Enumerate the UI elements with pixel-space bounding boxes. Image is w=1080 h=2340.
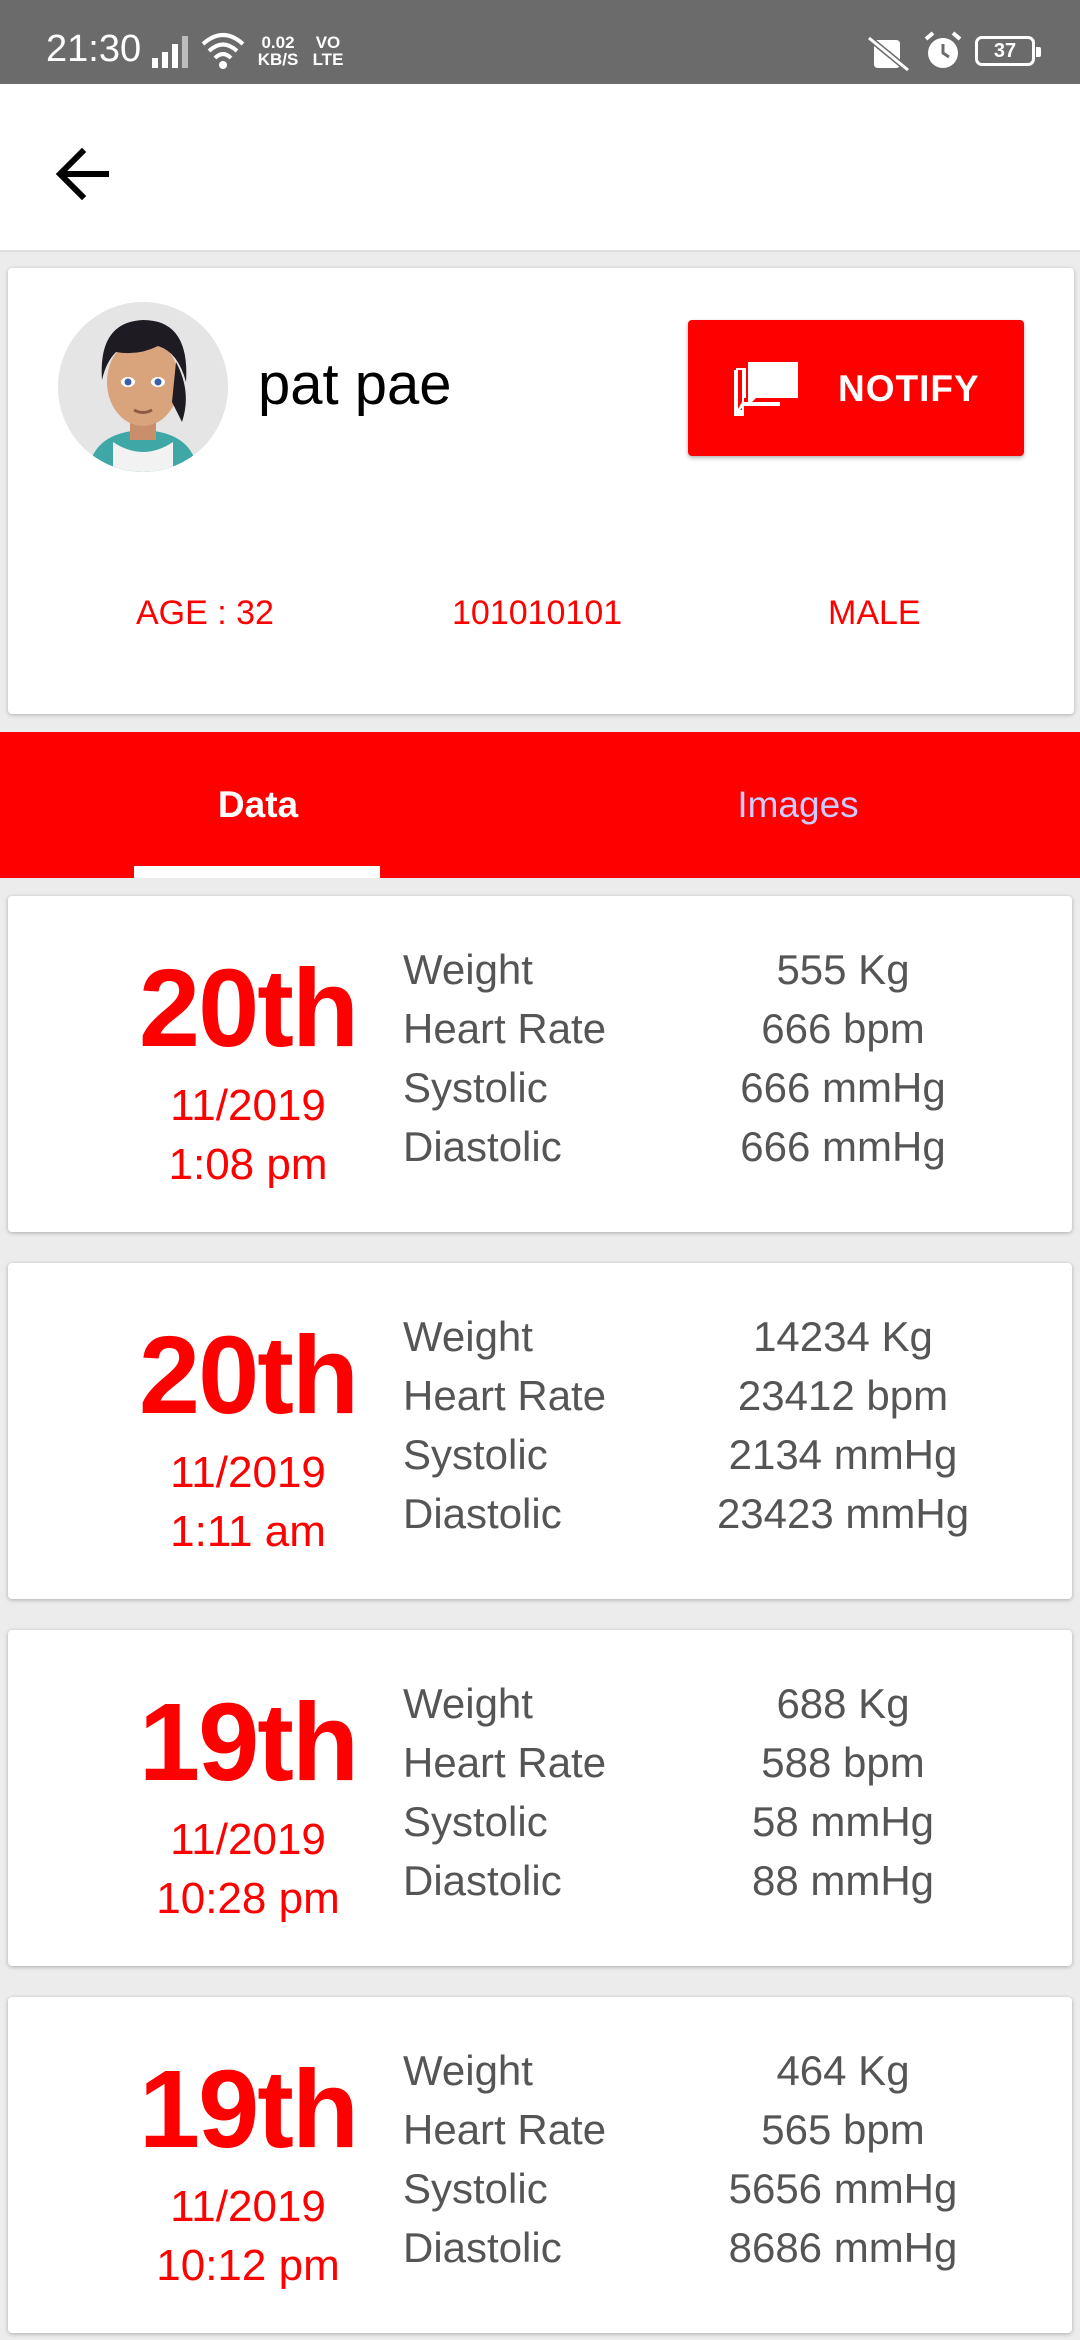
mute-icon [867, 35, 910, 72]
record-month: 11/2019 [170, 1815, 326, 1864]
patient-id: 101010101 [452, 594, 623, 632]
tab-images[interactable]: Images [540, 732, 1056, 878]
weight-value: 14234 Kg [753, 1313, 933, 1360]
record-card[interactable]: 20th 11/2019 1:11 am Weight Heart Rate S… [8, 1263, 1072, 1599]
record-time: 10:12 pm [156, 2241, 340, 2290]
record-card[interactable]: 19th 11/2019 10:28 pm Weight Heart Rate … [8, 1630, 1072, 1966]
diastolic-label: Diastolic [403, 1857, 562, 1904]
heart-rate-label: Heart Rate [403, 1372, 607, 1419]
systolic-value: 58 mmHg [751, 1798, 935, 1845]
app-bar [0, 84, 1080, 252]
record-labels: Weight Heart Rate Systolic Diastolic [403, 1674, 606, 1910]
network-speed-value: 0.02 [261, 33, 295, 52]
record-time: 1:11 am [170, 1507, 326, 1556]
diastolic-value: 8686 mmHg [728, 2224, 958, 2271]
record-time: 1:08 pm [168, 1140, 328, 1189]
record-values: 555 Kg 666 bpm 666 mmHg 666 mmHg [698, 940, 988, 1176]
battery-icon: 37 [975, 36, 1041, 66]
tab-data[interactable]: Data [0, 732, 516, 878]
notify-button[interactable]: NOTIFY [688, 320, 1024, 456]
back-button[interactable] [44, 134, 124, 214]
heart-rate-label: Heart Rate [403, 1005, 607, 1052]
heart-rate-label: Heart Rate [403, 2106, 607, 2153]
alarm-icon [924, 31, 962, 68]
heart-rate-value: 588 bpm [761, 1739, 925, 1786]
diastolic-value: 88 mmHg [751, 1857, 935, 1904]
systolic-label: Systolic [403, 1798, 548, 1845]
heart-rate-value: 23412 bpm [737, 1372, 949, 1419]
weight-label: Weight [403, 946, 533, 993]
record-day: 19th [138, 2048, 359, 2171]
systolic-value: 666 mmHg [740, 1064, 946, 1111]
avatar-image [58, 302, 228, 472]
record-values: 688 Kg 588 bpm 58 mmHg 88 mmHg [698, 1674, 988, 1910]
patient-gender: MALE [828, 594, 921, 632]
diastolic-label: Diastolic [403, 1490, 562, 1537]
patient-profile-card: pat pae NOTIFY AGE : 32 101010101 MALE [8, 268, 1074, 714]
avatar [58, 302, 228, 472]
network-speed: 0.02 KB/S [256, 34, 300, 68]
tab-bar: Data Images [0, 732, 1080, 878]
wifi-icon [201, 33, 245, 69]
chat-icon [734, 362, 798, 416]
diastolic-value: 23423 mmHg [716, 1490, 970, 1537]
tab-indicator [134, 866, 380, 878]
record-labels: Weight Heart Rate Systolic Diastolic [403, 2041, 606, 2277]
record-day: 20th [138, 947, 359, 1070]
record-time: 10:28 pm [156, 1874, 340, 1923]
weight-value: 555 Kg [776, 946, 910, 993]
diastolic-label: Diastolic [403, 2224, 562, 2271]
volte-bottom: LTE [312, 50, 344, 69]
record-month: 11/2019 [170, 1081, 326, 1130]
weight-label: Weight [403, 1680, 533, 1727]
record-labels: Weight Heart Rate Systolic Diastolic [403, 940, 606, 1176]
weight-value: 688 Kg [776, 1680, 910, 1727]
notify-button-label: NOTIFY [838, 368, 980, 409]
record-card[interactable]: 20th 11/2019 1:08 pm Weight Heart Rate S… [8, 896, 1072, 1232]
status-bar: 21:30 0.02 KB/S VO LTE 37 [0, 0, 1080, 84]
heart-rate-value: 666 bpm [761, 1005, 925, 1052]
diastolic-label: Diastolic [403, 1123, 562, 1170]
diastolic-value: 666 mmHg [740, 1123, 946, 1170]
heart-rate-value: 565 bpm [761, 2106, 925, 2153]
record-month: 11/2019 [170, 2182, 326, 2231]
record-month: 11/2019 [170, 1448, 326, 1497]
systolic-label: Systolic [403, 1431, 548, 1478]
record-day: 19th [138, 1681, 359, 1804]
patient-name: pat pae [258, 352, 452, 417]
weight-label: Weight [403, 1313, 533, 1360]
record-values: 14234 Kg 23412 bpm 2134 mmHg 23423 mmHg [698, 1307, 988, 1543]
volte-indicator: VO LTE [310, 34, 346, 68]
systolic-label: Systolic [403, 1064, 548, 1111]
weight-label: Weight [403, 2047, 533, 2094]
arrow-left-icon [55, 147, 109, 201]
record-day: 20th [138, 1314, 359, 1437]
record-labels: Weight Heart Rate Systolic Diastolic [403, 1307, 606, 1543]
network-speed-unit: KB/S [257, 50, 299, 69]
record-card[interactable]: 19th 11/2019 10:12 pm Weight Heart Rate … [8, 1997, 1072, 2333]
heart-rate-label: Heart Rate [403, 1739, 607, 1786]
weight-value: 464 Kg [776, 2047, 910, 2094]
status-time: 21:30 [46, 28, 142, 70]
volte-top: VO [315, 33, 341, 52]
systolic-value: 5656 mmHg [728, 2165, 958, 2212]
systolic-label: Systolic [403, 2165, 548, 2212]
signal-icon [152, 36, 188, 68]
patient-age: AGE : 32 [136, 594, 274, 632]
record-values: 464 Kg 565 bpm 5656 mmHg 8686 mmHg [698, 2041, 988, 2277]
systolic-value: 2134 mmHg [728, 1431, 958, 1478]
